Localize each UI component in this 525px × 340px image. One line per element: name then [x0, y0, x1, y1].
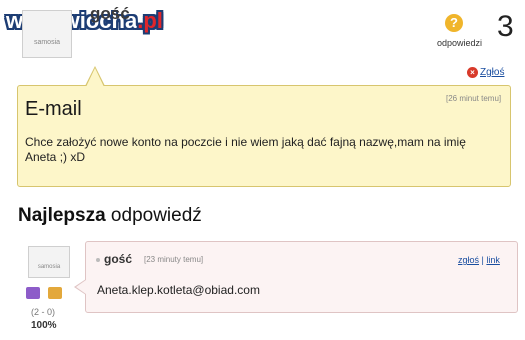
question-timestamp: [26 minut temu] — [446, 94, 502, 103]
report-icon[interactable]: × — [467, 67, 478, 78]
bullet-icon — [96, 258, 100, 262]
thumbs-up-icon[interactable] — [26, 287, 40, 299]
report-answer-link[interactable]: zgłoś — [458, 255, 479, 265]
question-bubble-tail-fill — [86, 68, 104, 87]
answer-count: 3 — [497, 10, 514, 43]
answer-body: Aneta.klep.kotleta@obiad.com — [97, 283, 260, 297]
answer-actions: zgłoś | link — [458, 255, 500, 265]
answer-count-label: odpowiedzi — [437, 38, 483, 48]
vote-percent: 100% — [31, 320, 57, 331]
best-answer-heading: Najlepsza odpowiedź — [18, 205, 202, 226]
thumbs-down-icon[interactable] — [48, 287, 62, 299]
question-badge-icon: ? — [445, 14, 463, 32]
asker-avatar[interactable]: samosia — [22, 10, 72, 58]
answer-bubble — [85, 241, 518, 313]
link-separator: | — [481, 255, 484, 265]
answer-author[interactable]: gość — [104, 252, 132, 266]
avatar-placeholder-text: samosia — [33, 39, 61, 46]
answer-bubble-tail-fill — [76, 280, 86, 294]
report-question-link[interactable]: Zgłoś — [480, 67, 504, 78]
asker-name[interactable]: gość — [90, 4, 130, 24]
answer-timestamp: [23 minuty temu] — [144, 255, 204, 264]
avatar-placeholder-text: samosia — [37, 264, 61, 270]
question-body: Chce założyć nowe konto na poczcie i nie… — [25, 135, 466, 164]
vote-count: (2 - 0) — [31, 307, 56, 317]
permalink-link[interactable]: link — [486, 255, 500, 265]
question-title: E-mail — [25, 98, 82, 120]
answerer-avatar[interactable]: samosia — [28, 246, 70, 278]
